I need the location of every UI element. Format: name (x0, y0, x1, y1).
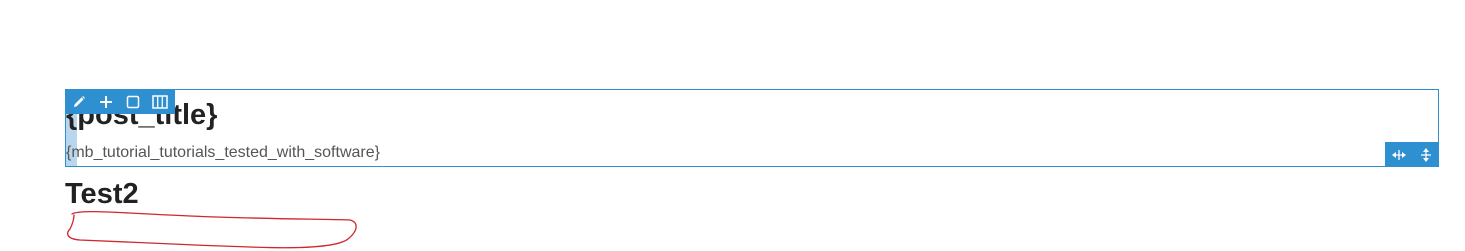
add-button[interactable] (92, 89, 119, 114)
pencil-icon (73, 95, 85, 107)
edit-button[interactable] (65, 89, 92, 114)
vertical-resize-button[interactable] (1412, 142, 1439, 167)
section-toolbar (65, 89, 175, 114)
plus-icon (99, 95, 112, 108)
red-annotation-underline (67, 210, 357, 249)
vertical-resize-icon (1420, 147, 1431, 162)
section-resize-controls (1385, 142, 1439, 167)
builder-section[interactable]: {post_title} {mb_tutorial_tutorials_test… (65, 89, 1439, 167)
columns-icon (151, 94, 168, 109)
columns-button[interactable] (146, 89, 173, 114)
horizontal-resize-icon (1391, 149, 1406, 160)
meta-field-placeholder[interactable]: {mb_tutorial_tutorials_tested_with_softw… (66, 143, 380, 163)
square-icon (126, 95, 139, 108)
container-button[interactable] (119, 89, 146, 114)
horizontal-resize-button[interactable] (1385, 142, 1412, 167)
